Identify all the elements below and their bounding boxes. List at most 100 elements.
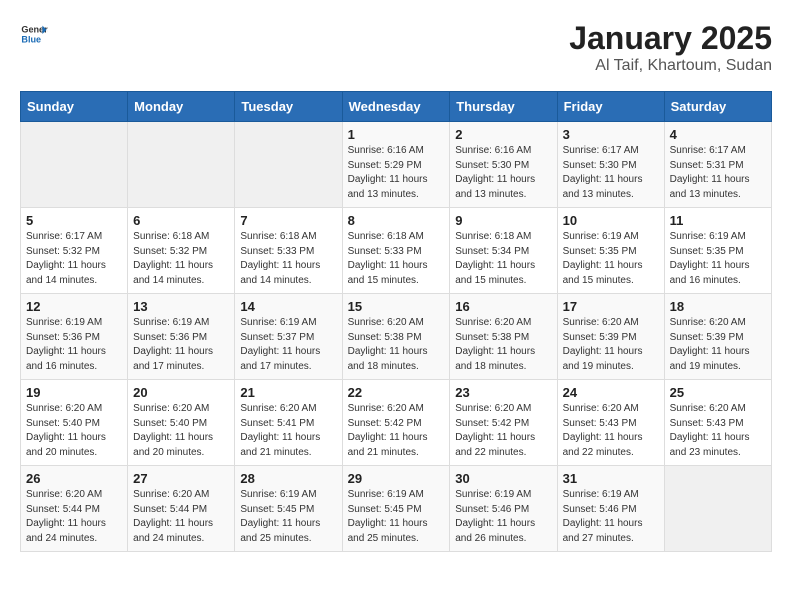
day-number: 16 <box>455 299 551 314</box>
day-info: Sunrise: 6:20 AM Sunset: 5:41 PM Dayligh… <box>240 402 336 460</box>
calendar-cell: 17 Sunrise: 6:20 AM Sunset: 5:39 PM Dayli… <box>557 294 664 380</box>
day-info: Sunrise: 6:20 AM Sunset: 5:43 PM Dayligh… <box>563 402 659 460</box>
day-info: Sunrise: 6:19 AM Sunset: 5:35 PM Dayligh… <box>670 230 766 288</box>
day-info: Sunrise: 6:19 AM Sunset: 5:45 PM Dayligh… <box>240 488 336 546</box>
calendar-cell: 28 Sunrise: 6:19 AM Sunset: 5:45 PM Dayli… <box>235 466 342 552</box>
calendar-cell: 16 Sunrise: 6:20 AM Sunset: 5:38 PM Dayli… <box>450 294 557 380</box>
day-info: Sunrise: 6:19 AM Sunset: 5:35 PM Dayligh… <box>563 230 659 288</box>
day-number: 18 <box>670 299 766 314</box>
day-number: 12 <box>26 299 122 314</box>
calendar-cell <box>128 122 235 208</box>
day-info: Sunrise: 6:20 AM Sunset: 5:38 PM Dayligh… <box>348 316 445 374</box>
calendar-table: SundayMondayTuesdayWednesdayThursdayFrid… <box>20 91 772 552</box>
day-number: 29 <box>348 471 445 486</box>
page-title: January 2025 <box>569 20 772 57</box>
day-info: Sunrise: 6:17 AM Sunset: 5:32 PM Dayligh… <box>26 230 122 288</box>
day-info: Sunrise: 6:20 AM Sunset: 5:44 PM Dayligh… <box>26 488 122 546</box>
weekday-header-saturday: Saturday <box>664 92 771 122</box>
day-info: Sunrise: 6:18 AM Sunset: 5:34 PM Dayligh… <box>455 230 551 288</box>
day-number: 3 <box>563 127 659 142</box>
day-info: Sunrise: 6:18 AM Sunset: 5:33 PM Dayligh… <box>240 230 336 288</box>
calendar-week-2: 5 Sunrise: 6:17 AM Sunset: 5:32 PM Daylig… <box>21 208 772 294</box>
calendar-cell: 31Sunrise: 6:19 AM Sunset: 5:46 PM Dayli… <box>557 466 664 552</box>
day-number: 7 <box>240 213 336 228</box>
calendar-cell: 7 Sunrise: 6:18 AM Sunset: 5:33 PM Daylig… <box>235 208 342 294</box>
day-number: 23 <box>455 385 551 400</box>
day-info: Sunrise: 6:20 AM Sunset: 5:40 PM Dayligh… <box>26 402 122 460</box>
weekday-header-monday: Monday <box>128 92 235 122</box>
day-info: Sunrise: 6:19 AM Sunset: 5:46 PM Dayligh… <box>563 488 659 546</box>
calendar-cell: 27 Sunrise: 6:20 AM Sunset: 5:44 PM Dayli… <box>128 466 235 552</box>
calendar-cell: 12 Sunrise: 6:19 AM Sunset: 5:36 PM Dayli… <box>21 294 128 380</box>
day-info: Sunrise: 6:20 AM Sunset: 5:39 PM Dayligh… <box>670 316 766 374</box>
day-number: 2 <box>455 127 551 142</box>
day-number: 15 <box>348 299 445 314</box>
weekday-header-sunday: Sunday <box>21 92 128 122</box>
day-number: 21 <box>240 385 336 400</box>
calendar-cell: 20 Sunrise: 6:20 AM Sunset: 5:40 PM Dayli… <box>128 380 235 466</box>
calendar-cell: 19Sunrise: 6:20 AM Sunset: 5:40 PM Dayli… <box>21 380 128 466</box>
calendar-cell <box>664 466 771 552</box>
svg-text:Blue: Blue <box>21 34 41 44</box>
calendar-cell: 24 Sunrise: 6:20 AM Sunset: 5:43 PM Dayli… <box>557 380 664 466</box>
day-number: 27 <box>133 471 229 486</box>
day-number: 28 <box>240 471 336 486</box>
day-number: 20 <box>133 385 229 400</box>
day-number: 30 <box>455 471 551 486</box>
calendar-cell: 23 Sunrise: 6:20 AM Sunset: 5:42 PM Dayli… <box>450 380 557 466</box>
calendar-cell: 30 Sunrise: 6:19 AM Sunset: 5:46 PM Dayli… <box>450 466 557 552</box>
title-block: January 2025 Al Taif, Khartoum, Sudan <box>569 20 772 75</box>
day-info: Sunrise: 6:16 AM Sunset: 5:30 PM Dayligh… <box>455 144 551 202</box>
day-info: Sunrise: 6:20 AM Sunset: 5:44 PM Dayligh… <box>133 488 229 546</box>
day-number: 8 <box>348 213 445 228</box>
day-number: 5 <box>26 213 122 228</box>
day-info: Sunrise: 6:17 AM Sunset: 5:30 PM Dayligh… <box>563 144 659 202</box>
calendar-cell: 26Sunrise: 6:20 AM Sunset: 5:44 PM Dayli… <box>21 466 128 552</box>
day-number: 24 <box>563 385 659 400</box>
calendar-cell: 9 Sunrise: 6:18 AM Sunset: 5:34 PM Daylig… <box>450 208 557 294</box>
day-info: Sunrise: 6:20 AM Sunset: 5:42 PM Dayligh… <box>455 402 551 460</box>
weekday-header-thursday: Thursday <box>450 92 557 122</box>
day-info: Sunrise: 6:18 AM Sunset: 5:33 PM Dayligh… <box>348 230 445 288</box>
page-subtitle: Al Taif, Khartoum, Sudan <box>569 57 772 75</box>
calendar-cell: 2 Sunrise: 6:16 AM Sunset: 5:30 PM Daylig… <box>450 122 557 208</box>
calendar-cell: 22 Sunrise: 6:20 AM Sunset: 5:42 PM Dayli… <box>342 380 450 466</box>
calendar-cell: 13Sunrise: 6:19 AM Sunset: 5:36 PM Dayli… <box>128 294 235 380</box>
day-number: 17 <box>563 299 659 314</box>
day-info: Sunrise: 6:19 AM Sunset: 5:36 PM Dayligh… <box>26 316 122 374</box>
day-number: 22 <box>348 385 445 400</box>
calendar-cell: 18 Sunrise: 6:20 AM Sunset: 5:39 PM Dayli… <box>664 294 771 380</box>
day-number: 9 <box>455 213 551 228</box>
day-info: Sunrise: 6:20 AM Sunset: 5:42 PM Dayligh… <box>348 402 445 460</box>
calendar-cell: 10 Sunrise: 6:19 AM Sunset: 5:35 PM Dayli… <box>557 208 664 294</box>
day-number: 1 <box>348 127 445 142</box>
weekday-header-wednesday: Wednesday <box>342 92 450 122</box>
logo: General Blue <box>20 20 48 48</box>
calendar-cell: 4Sunrise: 6:17 AM Sunset: 5:31 PM Daylig… <box>664 122 771 208</box>
logo-icon: General Blue <box>20 20 48 48</box>
weekday-header-row: SundayMondayTuesdayWednesdayThursdayFrid… <box>21 92 772 122</box>
calendar-cell <box>235 122 342 208</box>
day-info: Sunrise: 6:20 AM Sunset: 5:43 PM Dayligh… <box>670 402 766 460</box>
calendar-week-4: 19Sunrise: 6:20 AM Sunset: 5:40 PM Dayli… <box>21 380 772 466</box>
day-info: Sunrise: 6:19 AM Sunset: 5:46 PM Dayligh… <box>455 488 551 546</box>
calendar-cell: 5 Sunrise: 6:17 AM Sunset: 5:32 PM Daylig… <box>21 208 128 294</box>
day-info: Sunrise: 6:20 AM Sunset: 5:39 PM Dayligh… <box>563 316 659 374</box>
calendar-week-1: 1 Sunrise: 6:16 AM Sunset: 5:29 PM Daylig… <box>21 122 772 208</box>
calendar-cell: 6Sunrise: 6:18 AM Sunset: 5:32 PM Daylig… <box>128 208 235 294</box>
day-info: Sunrise: 6:19 AM Sunset: 5:36 PM Dayligh… <box>133 316 229 374</box>
day-info: Sunrise: 6:20 AM Sunset: 5:38 PM Dayligh… <box>455 316 551 374</box>
day-number: 11 <box>670 213 766 228</box>
day-number: 10 <box>563 213 659 228</box>
day-info: Sunrise: 6:20 AM Sunset: 5:40 PM Dayligh… <box>133 402 229 460</box>
calendar-cell: 11 Sunrise: 6:19 AM Sunset: 5:35 PM Dayli… <box>664 208 771 294</box>
calendar-week-5: 26Sunrise: 6:20 AM Sunset: 5:44 PM Dayli… <box>21 466 772 552</box>
calendar-cell: 29Sunrise: 6:19 AM Sunset: 5:45 PM Dayli… <box>342 466 450 552</box>
weekday-header-friday: Friday <box>557 92 664 122</box>
day-info: Sunrise: 6:16 AM Sunset: 5:29 PM Dayligh… <box>348 144 445 202</box>
day-number: 6 <box>133 213 229 228</box>
day-info: Sunrise: 6:19 AM Sunset: 5:37 PM Dayligh… <box>240 316 336 374</box>
calendar-cell: 3 Sunrise: 6:17 AM Sunset: 5:30 PM Daylig… <box>557 122 664 208</box>
calendar-week-3: 12 Sunrise: 6:19 AM Sunset: 5:36 PM Dayli… <box>21 294 772 380</box>
calendar-cell: 8 Sunrise: 6:18 AM Sunset: 5:33 PM Daylig… <box>342 208 450 294</box>
